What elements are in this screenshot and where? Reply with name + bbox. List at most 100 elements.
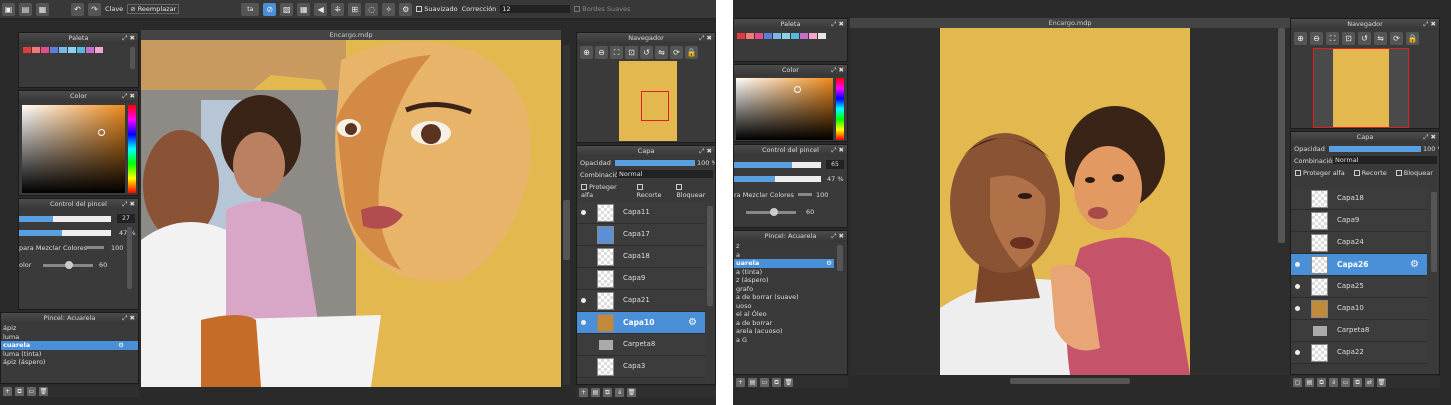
transfer-icon[interactable]: ⇄ bbox=[1365, 377, 1374, 387]
swatch[interactable] bbox=[791, 33, 799, 39]
panel-close-icon[interactable]: ⤢ ✖ bbox=[831, 65, 844, 76]
visibility-icon[interactable] bbox=[1295, 306, 1300, 311]
soft-edges-toggle[interactable]: Bordes Suaves bbox=[574, 5, 630, 13]
hue-slider[interactable] bbox=[128, 105, 136, 193]
swatch[interactable] bbox=[773, 33, 781, 39]
swatch[interactable] bbox=[764, 33, 772, 39]
new-layer-icon[interactable]: ▢ bbox=[1293, 377, 1302, 387]
brush-item-selected[interactable]: cuarela ⚙ bbox=[1, 341, 138, 350]
new-layer-type-icon[interactable]: ▤ bbox=[591, 387, 600, 397]
color-picker-square[interactable] bbox=[22, 105, 125, 193]
brush-item[interactable]: luma (tinta) bbox=[1, 350, 138, 359]
visibility-icon[interactable] bbox=[581, 210, 586, 215]
panel-close-icon[interactable]: ⤢ ✖ bbox=[1423, 132, 1436, 143]
layer-row[interactable]: Capa22 bbox=[1291, 342, 1427, 364]
brush-item[interactable]: z bbox=[734, 242, 834, 251]
undo-icon[interactable]: ↶ bbox=[71, 2, 84, 16]
swatch[interactable] bbox=[23, 47, 31, 53]
panel-close-icon[interactable]: ⤢ ✖ bbox=[699, 146, 712, 157]
new-file-icon[interactable]: ▣ bbox=[2, 2, 15, 16]
brush-tool-icon[interactable]: ⊘ bbox=[263, 2, 277, 16]
save-icon[interactable]: ▤ bbox=[19, 2, 32, 16]
canvas-v-thumb[interactable] bbox=[563, 200, 570, 260]
brush-item[interactable]: a de borrar bbox=[734, 319, 834, 328]
soft-edges-checkbox[interactable] bbox=[574, 6, 581, 12]
folder-row[interactable]: Carpeta8 bbox=[1291, 320, 1427, 342]
gear-icon[interactable]: ⚙ bbox=[118, 341, 124, 350]
swatch[interactable] bbox=[86, 47, 94, 53]
brush-item[interactable]: a (tinta) bbox=[734, 268, 834, 277]
gear-icon[interactable]: ⚙ bbox=[1410, 259, 1419, 270]
flip-icon[interactable]: ⇋ bbox=[1374, 32, 1387, 45]
brush-list-scrollbar[interactable] bbox=[837, 245, 843, 271]
color-picker-square[interactable] bbox=[736, 78, 833, 140]
symmetry-icon[interactable]: ◀ bbox=[314, 2, 328, 16]
grid-icon[interactable]: ▦ bbox=[36, 2, 49, 16]
layer-row[interactable]: Capa18 bbox=[577, 246, 705, 268]
delete-icon[interactable]: 🗑 bbox=[784, 377, 793, 387]
layer-opacity-slider[interactable] bbox=[615, 160, 695, 166]
navigator-viewport[interactable] bbox=[641, 91, 669, 121]
layers-scrollbar[interactable] bbox=[707, 206, 713, 306]
layer-row[interactable]: Capa11 bbox=[577, 202, 705, 224]
swatch[interactable] bbox=[50, 47, 58, 53]
layer-row-selected[interactable]: Capa26 ⚙ bbox=[1291, 254, 1427, 276]
protect-alpha-checkbox[interactable]: Proteger alfa bbox=[1295, 169, 1345, 177]
panel-close-icon[interactable]: ⤢ ✖ bbox=[831, 19, 844, 30]
hue-slider[interactable] bbox=[836, 78, 844, 140]
actual-size-icon[interactable]: ⊡ bbox=[1342, 32, 1355, 45]
protect-alpha-checkbox[interactable]: Proteger alfa bbox=[581, 183, 628, 199]
slider-handle[interactable] bbox=[770, 208, 778, 216]
panel-close-icon[interactable]: ⤢ ✖ bbox=[1423, 19, 1436, 30]
layer-row[interactable]: Capa21 bbox=[577, 290, 705, 312]
brush-item[interactable]: ápiz bbox=[1, 324, 138, 333]
layer-row[interactable]: Capa24 bbox=[1291, 232, 1427, 254]
layer-row[interactable]: Capa3 bbox=[577, 356, 705, 378]
panel-close-icon[interactable]: ⤢ ✖ bbox=[699, 33, 712, 44]
smoothing-checkbox[interactable] bbox=[416, 6, 423, 12]
panel-close-icon[interactable]: ⤢ ✖ bbox=[122, 33, 135, 44]
perspective-icon[interactable]: ⁜ bbox=[331, 2, 345, 16]
brush-item[interactable]: arela (acuoso) bbox=[734, 327, 834, 336]
copy-brush-icon[interactable]: ▤ bbox=[748, 377, 757, 387]
settings-icon[interactable]: ⚙ bbox=[399, 2, 413, 16]
add-brush-icon[interactable]: + bbox=[3, 386, 12, 396]
reset-icon[interactable]: ⟳ bbox=[1390, 32, 1403, 45]
swatch[interactable] bbox=[68, 47, 76, 53]
panel-close-icon[interactable]: ⤢ ✖ bbox=[831, 145, 844, 156]
swatch[interactable] bbox=[59, 47, 67, 53]
new-layer-icon[interactable]: + bbox=[579, 387, 588, 397]
panel-close-icon[interactable]: ⤢ ✖ bbox=[122, 199, 135, 210]
navigator-preview[interactable] bbox=[1313, 48, 1409, 128]
canvas-v-scrollbar[interactable] bbox=[1278, 28, 1285, 243]
lock-checkbox[interactable]: Bloquear bbox=[1395, 169, 1433, 177]
rotate-left-icon[interactable]: ↺ bbox=[1358, 32, 1371, 45]
flip-icon[interactable]: ⇋ bbox=[655, 46, 668, 59]
brush-item-selected[interactable]: uarela ⚙ bbox=[734, 259, 834, 268]
delete-layer-icon[interactable]: 🗑 bbox=[627, 387, 636, 397]
swatch[interactable] bbox=[41, 47, 49, 53]
layer-row[interactable]: Capa17 bbox=[577, 224, 705, 246]
visibility-icon[interactable] bbox=[1295, 284, 1300, 289]
zoom-out-icon[interactable]: ⊖ bbox=[595, 46, 608, 59]
panel-close-icon[interactable]: ⤢ ✖ bbox=[831, 231, 844, 242]
folder-add-icon[interactable]: ▭ bbox=[1341, 377, 1350, 387]
swatch[interactable] bbox=[809, 33, 817, 39]
clip-checkbox[interactable]: Recorte bbox=[1353, 169, 1387, 177]
brush-item[interactable]: a de borrar (suave) bbox=[734, 293, 834, 302]
fill-mode-icon[interactable]: ta bbox=[241, 2, 260, 16]
brush-size-value[interactable]: 27 bbox=[117, 214, 135, 223]
pattern-icon[interactable]: ▦ bbox=[297, 2, 311, 16]
lock-checkbox[interactable]: Bloquear bbox=[676, 183, 711, 199]
zoom-out-icon[interactable]: ⊖ bbox=[1310, 32, 1323, 45]
lock-icon[interactable]: 🔒 bbox=[685, 46, 698, 59]
brush-control-scrollbar[interactable] bbox=[127, 227, 132, 289]
mix-colors-slider[interactable] bbox=[86, 246, 104, 249]
visibility-icon[interactable] bbox=[1295, 350, 1300, 355]
copy-brush-icon[interactable]: ⧉ bbox=[15, 386, 24, 396]
visibility-icon[interactable] bbox=[581, 320, 586, 325]
actual-size-icon[interactable]: ⊡ bbox=[625, 46, 638, 59]
snap-icon[interactable]: ⊞ bbox=[348, 2, 362, 16]
navigator-viewport[interactable] bbox=[1313, 48, 1409, 128]
layer-row[interactable]: Capa9 bbox=[1291, 210, 1427, 232]
